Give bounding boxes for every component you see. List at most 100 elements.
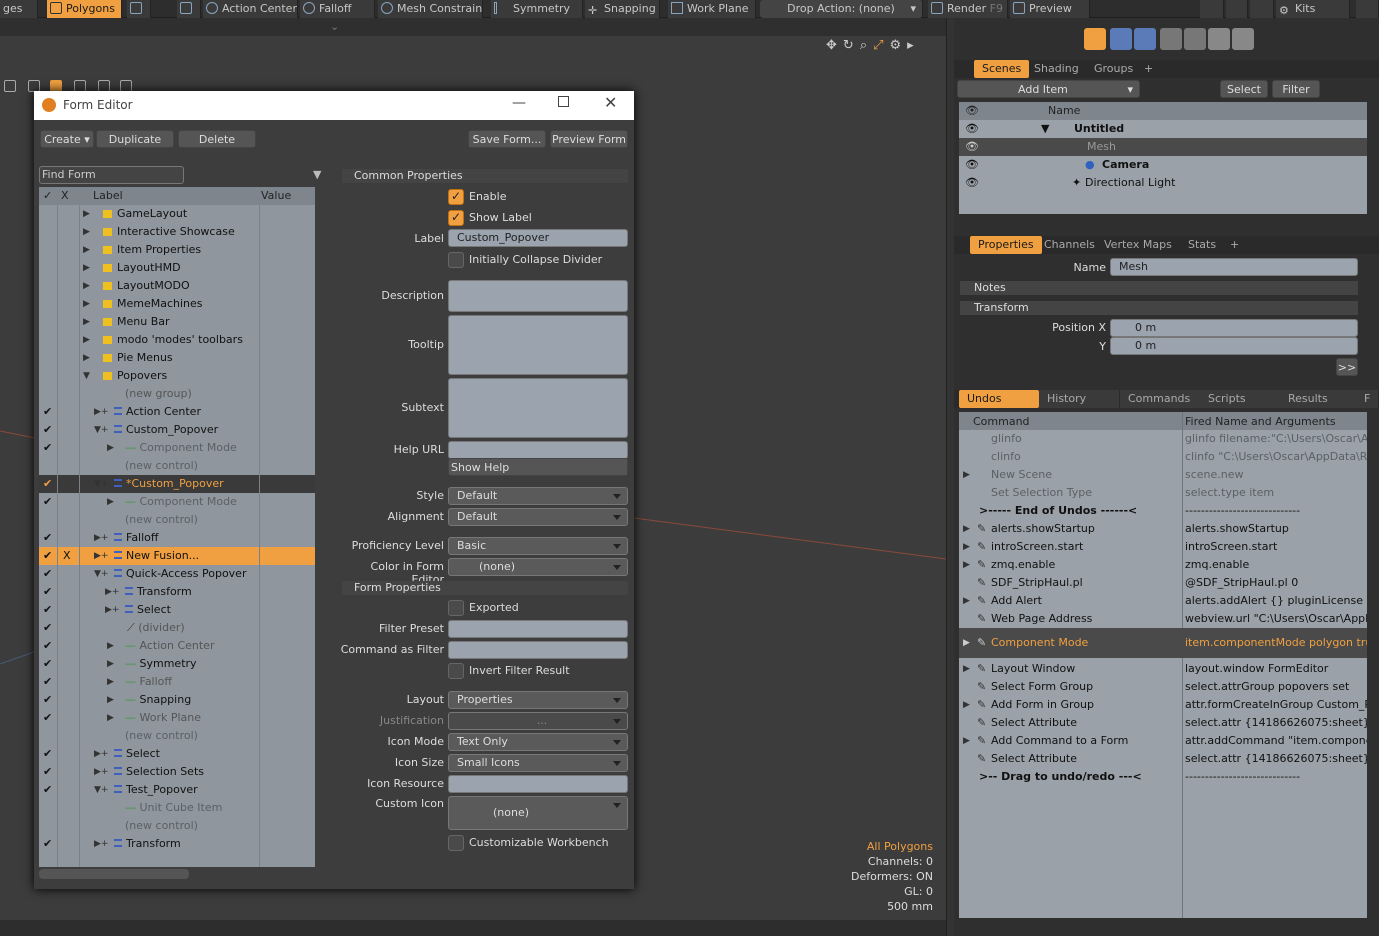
tree-row[interactable]: ✔ ▶ — Component Mode [39,439,315,457]
collapse-divider-checkbox[interactable] [448,252,464,268]
undo-row[interactable]: ▶ ✎ Layout Window layout.window FormEditor [959,660,1367,678]
row-check-mark[interactable]: ✔ [43,421,52,439]
expand-arrow-icon[interactable]: ▶ [963,592,970,610]
common-properties-header[interactable]: Common Properties [342,169,628,183]
expand-arrow-icon[interactable]: ▶ [107,709,114,727]
save-form-button[interactable]: Save Form... [468,130,546,148]
scene-item-untitled[interactable]: 👁 ▼ Untitled [959,120,1367,138]
layout-icon-2[interactable] [1226,0,1248,18]
undo-row[interactable]: ▶ ✎ alerts.showStartup alerts.showStartup [959,520,1367,538]
expand-arrow-icon[interactable]: ▶+ [105,583,119,601]
icon-size-dropdown[interactable]: Small Icons [448,754,628,772]
tab-scenes[interactable]: Scenes [974,60,1030,78]
row-check-mark[interactable]: ✔ [43,655,52,673]
row-check-mark[interactable]: ✔ [43,619,52,637]
subtext-input[interactable] [448,378,628,438]
polygons-mode-button[interactable]: Polygons [47,0,122,18]
name-input[interactable]: Mesh [1110,258,1358,276]
collapse-arrow-icon[interactable]: ⌄ [330,20,339,33]
tree-row[interactable]: ▶ Pie Menus [39,349,315,367]
undo-row[interactable]: clinfo clinfo "C:\Users\Oscar\AppData\Roa… [959,448,1367,466]
expand-arrow-icon[interactable]: ▼+ [94,475,108,493]
minimize-icon[interactable]: — [512,95,526,111]
tree-row[interactable]: ▶ GameLayout [39,205,315,223]
color-dropdown[interactable]: (none) [448,558,628,576]
expand-arrow-icon[interactable]: ▶ [83,331,90,349]
move-view-icon[interactable]: ✥ [826,38,843,53]
tool-icon-7[interactable] [1232,28,1254,50]
row-check-mark[interactable]: ✔ [43,439,52,457]
tab-commands[interactable]: Commands [1120,390,1200,408]
undo-row[interactable]: glinfo glinfo filename:"C:\Users\Oscar\Ap… [959,430,1367,448]
customizable-workbench-checkbox[interactable] [448,835,464,851]
undo-row[interactable]: ✎ SDF_StripHaul.pl @SDF_StripHaul.pl 0 [959,574,1367,592]
delete-button[interactable]: Delete [178,130,256,148]
tree-row[interactable]: ✔ ▶+ Selection Sets [39,763,315,781]
row-check-mark[interactable]: ✔ [43,745,52,763]
tree-row[interactable]: ✔ ▶+ Action Center [39,403,315,421]
find-form-input[interactable]: Find Form [39,166,184,184]
tree-row[interactable]: ✔ ▶+ Select [39,745,315,763]
snapping-button[interactable]: ✛ Snapping [585,0,660,18]
expand-arrow-icon[interactable]: ▶ [83,295,90,313]
expand-arrow-icon[interactable]: ▶ [83,205,90,223]
expand-arrow-icon[interactable]: ▶ [107,691,114,709]
render-button[interactable]: Render F9 [928,0,1008,18]
search-icon[interactable] [1250,0,1274,18]
tab-history[interactable]: History [1039,390,1119,408]
panel-splitter[interactable] [946,18,954,936]
row-check-mark[interactable]: ✔ [43,763,52,781]
expand-arrow-icon[interactable]: ▶ [83,349,90,367]
justification-dropdown[interactable]: ... [448,712,628,730]
alignment-dropdown[interactable]: Default [448,508,628,526]
row-x-mark[interactable]: X [63,547,71,565]
expand-arrow-icon[interactable]: ▶ [107,637,114,655]
tree-row[interactable]: ▶ LayoutMODO [39,277,315,295]
tree-row[interactable]: ✔ ▶+ Falloff [39,529,315,547]
visibility-eye-icon[interactable]: 👁 [965,138,979,156]
more-button[interactable]: >> [1336,358,1358,376]
tree-row[interactable]: ✔ ▶+ Select [39,601,315,619]
row-check-mark[interactable]: ✔ [43,709,52,727]
expand-arrow-icon[interactable]: ▶ [83,241,90,259]
tree-row[interactable]: (new control) [39,511,315,529]
undo-row[interactable]: ✎ Select Attribute select.attr {1418662607… [959,750,1367,768]
undo-row[interactable]: >-- Drag to undo/redo ---< --------------… [959,768,1367,786]
close-icon[interactable]: ✕ [604,93,617,112]
position-x-input[interactable]: 0 m [1110,319,1358,337]
position-y-input[interactable]: 0 m [1110,337,1358,355]
layout-icon-1[interactable] [1200,0,1224,18]
tree-row[interactable]: ✔ ▶+ Transform [39,835,315,853]
row-check-mark[interactable]: ✔ [43,403,52,421]
select-button[interactable]: Select [1220,80,1268,98]
expand-arrow-icon[interactable]: ▼+ [94,781,108,799]
transform-section[interactable]: Transform [960,301,1358,315]
filter-preset-input[interactable] [448,620,628,638]
action-center-button[interactable]: Action Center [203,0,298,18]
scene-item-camera[interactable]: 👁 ● Camera [959,156,1367,174]
description-input[interactable] [448,280,628,312]
tree-row[interactable]: ✔ ▶ — Component Mode [39,493,315,511]
row-check-mark[interactable]: ✔ [43,475,52,493]
maximize-icon[interactable] [558,96,569,107]
help-url-input[interactable] [448,441,628,459]
tree-row[interactable]: ▶ Item Properties [39,241,315,259]
tool-icon-3[interactable] [1134,28,1156,50]
expand-arrow-icon[interactable]: ▶ [107,655,114,673]
preview-form-button[interactable]: Preview Form [550,130,628,148]
tree-row[interactable]: ▼ Popovers [39,367,315,385]
tree-scrollbar[interactable] [39,869,189,879]
expand-arrow-icon[interactable]: ▶+ [94,529,108,547]
expand-arrow-icon[interactable]: ▼ [1041,120,1049,138]
tree-row[interactable]: ✔ ▶ — Symmetry [39,655,315,673]
drop-action-dropdown[interactable]: Drop Action: (none) ▾ [760,0,923,18]
tree-row[interactable]: ▶ Menu Bar [39,313,315,331]
expand-icon[interactable]: ▸ [907,38,920,53]
layout-dropdown[interactable]: Properties [448,691,628,709]
expand-arrow-icon[interactable]: ▶ [963,520,970,538]
undo-row[interactable]: ▶ ✎ Component Mode item.componentMode polyg… [959,628,1367,658]
undo-row[interactable]: ▶ ✎ zmq.enable zmq.enable [959,556,1367,574]
row-check-mark[interactable]: ✔ [43,547,52,565]
maximize-icon[interactable] [1356,0,1379,18]
zoom-icon[interactable]: ⌕ [860,38,873,53]
